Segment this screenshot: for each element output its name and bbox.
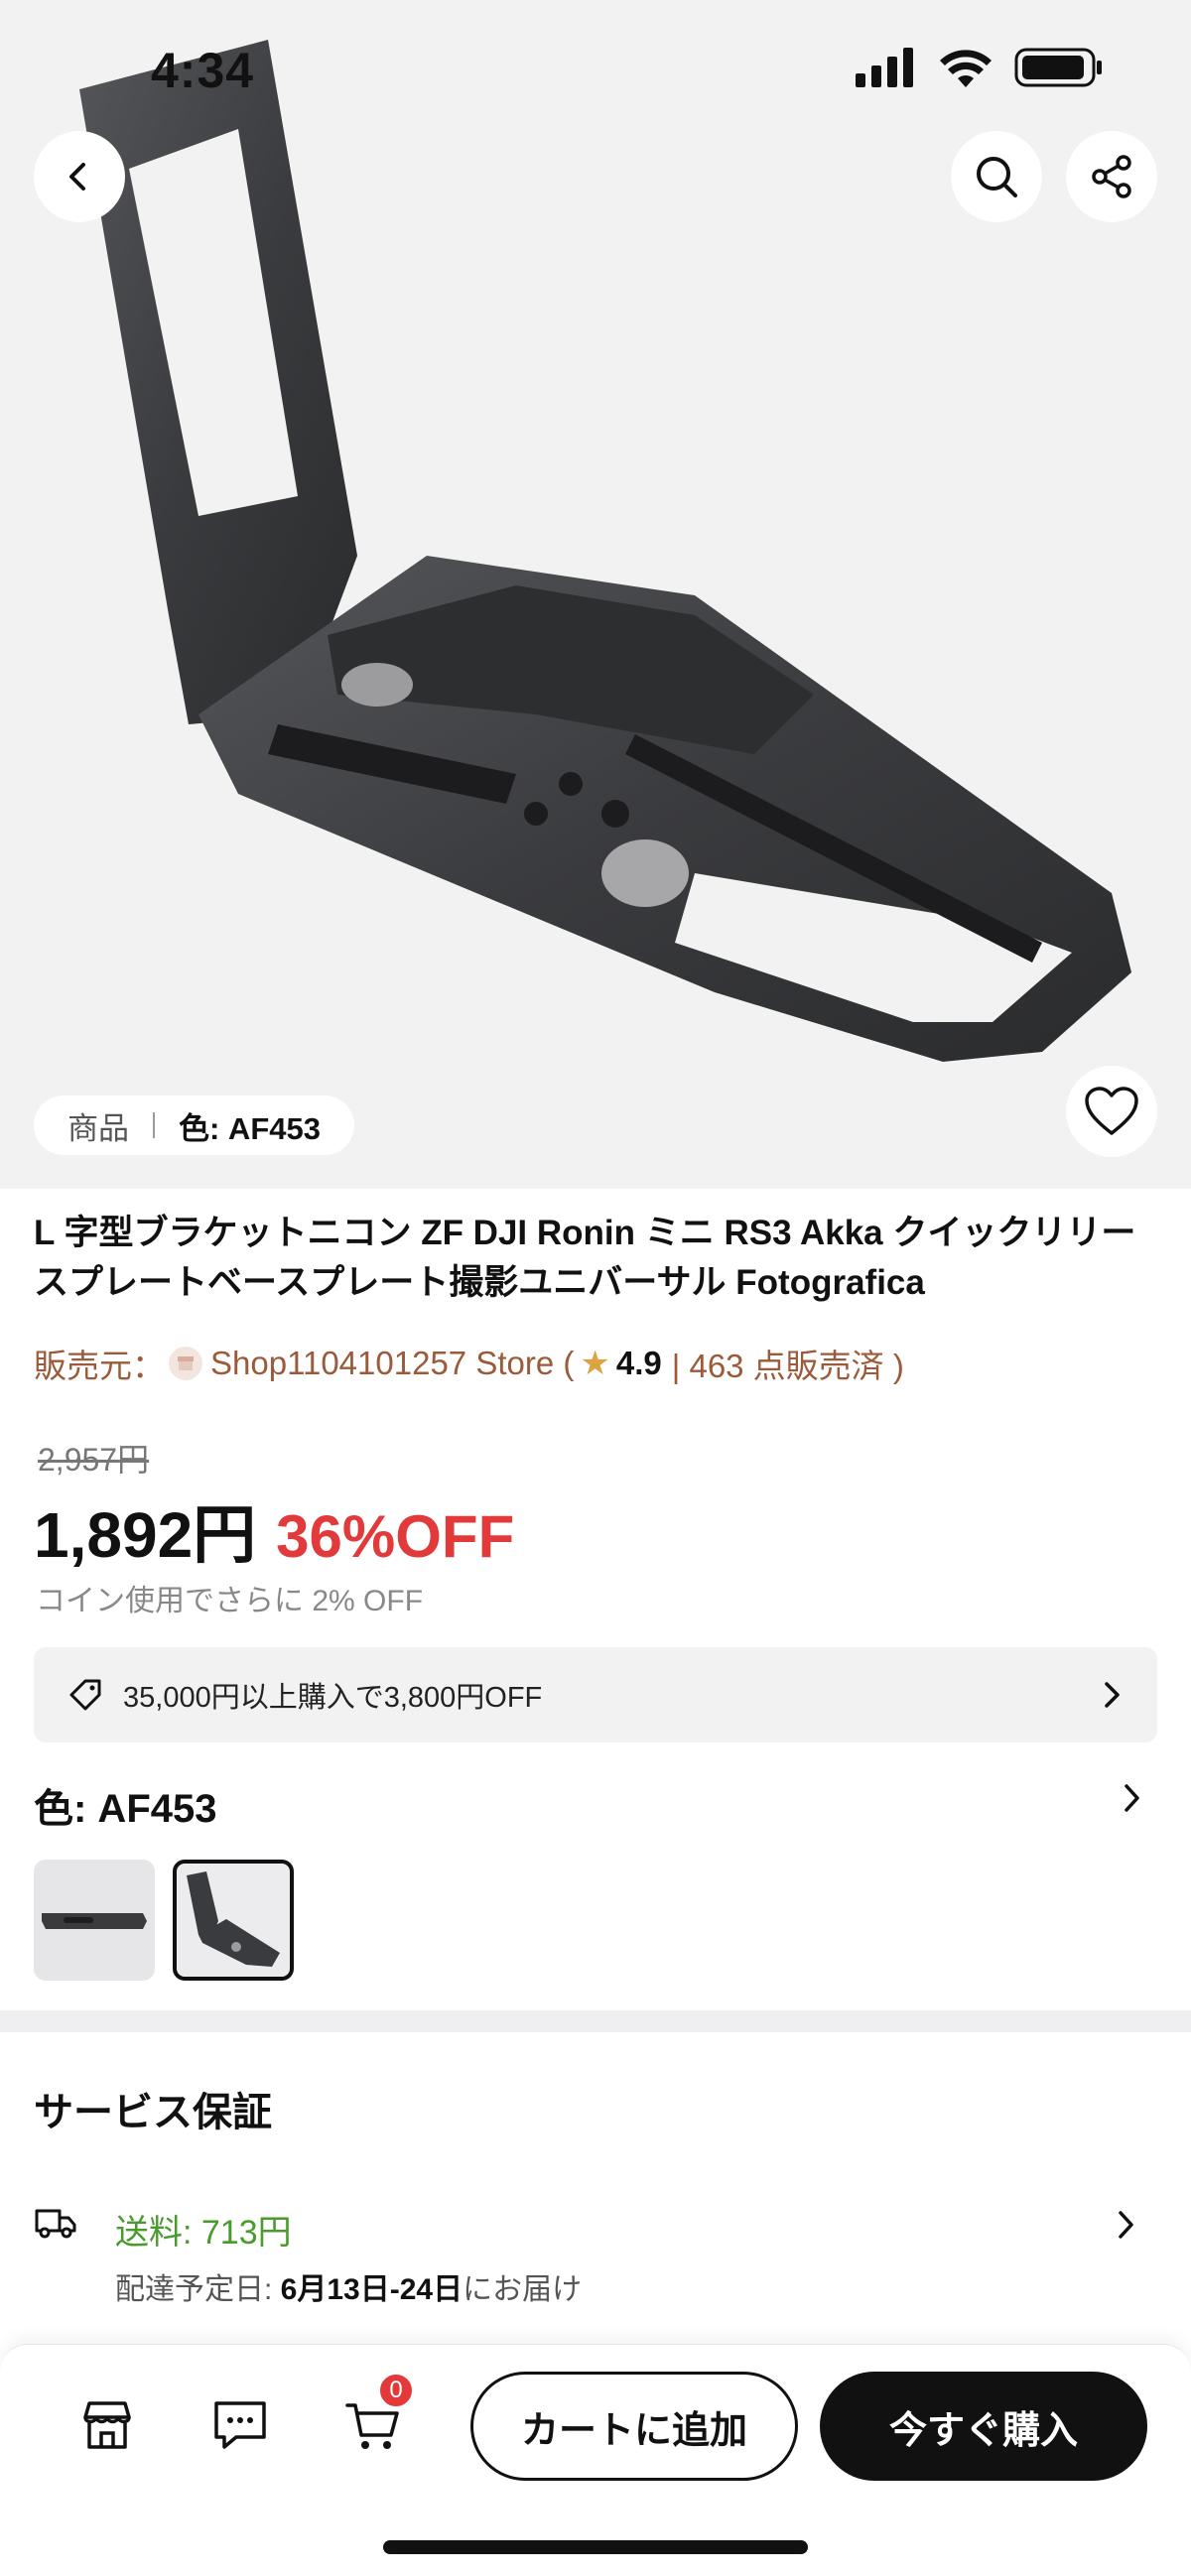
status-icons: [856, 48, 1104, 87]
chevron-left-icon: [69, 163, 85, 191]
thumbnail-image: [42, 1913, 147, 1929]
chat-button[interactable]: [208, 2393, 272, 2457]
search-button[interactable]: [951, 131, 1042, 222]
back-button[interactable]: [34, 131, 125, 222]
current-price: 1,892円: [34, 1499, 257, 1571]
color-selector-title: 色: AF453: [34, 1787, 217, 1831]
wishlist-button[interactable]: [1066, 1066, 1157, 1157]
divider: [153, 1112, 155, 1138]
discount-badge: 36%OFF: [276, 1503, 515, 1570]
wifi-icon: [940, 50, 992, 87]
tag-icon: [67, 1677, 103, 1713]
coupon-banner[interactable]: 35,000円以上購入で3,800円OFF: [34, 1647, 1157, 1742]
store-rating: 4.9: [615, 1345, 662, 1381]
variant-pill-value: 色: AF453: [179, 1110, 321, 1146]
store-avatar-icon: [169, 1347, 202, 1380]
shipping-fee: 送料: 713円: [115, 2214, 292, 2252]
color-option-thumbnail[interactable]: [34, 1860, 155, 1981]
buy-now-button[interactable]: 今すぐ購入: [820, 2372, 1147, 2481]
delivery-dates: 6月13日-24日: [280, 2273, 463, 2306]
store-line[interactable]: 販売元： Shop1104101257 Store ( ★ 4.9 | 463 …: [34, 1340, 904, 1387]
color-option-thumbnail-selected[interactable]: [173, 1860, 294, 1981]
service-title: サービス保証: [34, 2091, 272, 2134]
add-to-cart-button[interactable]: カートに追加: [470, 2372, 798, 2481]
color-selector-chevron-icon[interactable]: [1120, 1782, 1143, 1819]
truck-icon: [34, 2205, 77, 2246]
store-button[interactable]: [75, 2393, 139, 2457]
cart-count-badge: 0: [377, 2372, 415, 2409]
delivery-prefix: 配達予定日:: [115, 2273, 281, 2306]
thumbnail-image: [187, 1871, 280, 1967]
coupon-text: 35,000円以上購入で3,800円OFF: [123, 1682, 543, 1714]
store-name[interactable]: Shop1104101257 Store (: [210, 1345, 574, 1382]
share-icon: [1092, 155, 1131, 198]
home-indicator: [383, 2540, 808, 2554]
product-title: L 字型ブラケットニコン ZF DJI Ronin ミニ RS3 Akka クイ…: [34, 1214, 1136, 1302]
shipping-chevron-icon[interactable]: [1114, 2209, 1137, 2246]
section-divider: [0, 2010, 1191, 2032]
delivery-estimate: 配達予定日: 6月13日-24日にお届け: [115, 2264, 582, 2308]
coin-discount-note: コイン使用でさらに 2% OFF: [36, 1585, 424, 1617]
signal-icon: [856, 48, 913, 87]
search-icon: [977, 157, 1017, 197]
star-icon: ★: [580, 1345, 610, 1382]
variant-pill[interactable]: 商品 色: AF453: [34, 1095, 354, 1155]
battery-icon: [1014, 48, 1102, 87]
chat-icon: [214, 2401, 266, 2449]
seller-prefix: 販売元：: [34, 1348, 165, 1384]
original-price: 2,957円: [38, 1442, 150, 1478]
price-row: 1,892円 36%OFF: [34, 1484, 514, 1576]
store-icon: [83, 2401, 131, 2449]
sold-count: | 463 点販売済 ): [671, 1348, 904, 1384]
delivery-suffix: にお届け: [463, 2273, 583, 2306]
variant-pill-label: 商品: [67, 1110, 129, 1146]
share-button[interactable]: [1066, 131, 1157, 222]
status-time: 4:34: [151, 43, 255, 98]
product-image-gallery[interactable]: 4:34 商品 色: AF453: [0, 0, 1191, 1189]
heart-icon: [1085, 1087, 1138, 1135]
chevron-right-icon: [1100, 1680, 1124, 1710]
